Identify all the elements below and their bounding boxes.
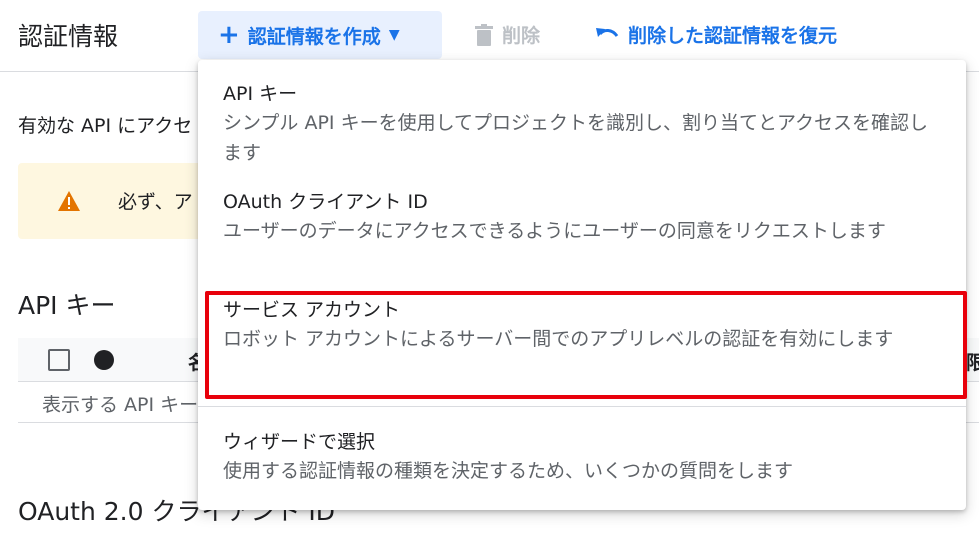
menu-item-api-key[interactable]: API キー シンプル API キーを使用してプロジェクトを識別し、割り当てとア…	[198, 80, 966, 168]
empty-message: 表示する API キー	[42, 394, 199, 416]
create-credentials-label: 認証情報を作成	[247, 25, 381, 48]
menu-item-title: API キー	[223, 83, 298, 105]
delete-button[interactable]: 削除	[474, 21, 540, 48]
menu-divider	[198, 406, 966, 407]
menu-item-oauth-client-id[interactable]: OAuth クライアント ID ユーザーのデータにアクセスできるようにユーザーの…	[198, 188, 966, 246]
menu-item-wizard[interactable]: ウィザードで選択 使用する認証情報の種類を決定するため、いくつかの質問をします	[198, 428, 966, 486]
menu-item-title: OAuth クライアント ID	[223, 191, 428, 213]
intro-text: 有効な API にアクセ	[18, 115, 193, 137]
menu-item-title: ウィザードで選択	[223, 431, 376, 453]
plus-icon: +	[218, 20, 240, 50]
warning-text: 必ず、ア	[118, 191, 193, 213]
api-keys-heading: API キー	[18, 291, 116, 320]
restore-label: 削除した認証情報を復元	[628, 25, 838, 47]
menu-item-description: ユーザーのデータにアクセスできるようにユーザーの同意をリクエストします	[223, 220, 886, 242]
warning-icon	[58, 191, 80, 211]
menu-item-title: サービス アカウント	[223, 299, 401, 321]
create-credentials-menu: API キー シンプル API キーを使用してプロジェクトを識別し、割り当てとア…	[198, 60, 966, 510]
menu-item-service-account[interactable]: サービス アカウント ロボット アカウントによるサーバー間でのアプリレベルの認証…	[198, 296, 966, 354]
trash-icon	[475, 23, 493, 46]
menu-item-description: ロボット アカウントによるサーバー間でのアプリレベルの認証を有効にします	[223, 328, 894, 350]
column-restriction: 限	[966, 352, 979, 374]
create-credentials-button[interactable]: + 認証情報を作成 ▼	[198, 11, 442, 59]
delete-label: 削除	[502, 25, 541, 47]
select-all-checkbox[interactable]	[48, 349, 70, 371]
restore-button[interactable]: 削除した認証情報を復元	[596, 21, 837, 48]
page-title: 認証情報	[18, 22, 119, 51]
menu-item-description: シンプル API キーを使用してプロジェクトを識別し、割り当てとアクセスを確認し…	[223, 112, 929, 164]
caret-down-icon: ▼	[388, 27, 400, 43]
undo-icon	[596, 27, 619, 37]
menu-item-description: 使用する認証情報の種類を決定するため、いくつかの質問をします	[223, 460, 794, 482]
status-dot-icon	[94, 350, 114, 370]
